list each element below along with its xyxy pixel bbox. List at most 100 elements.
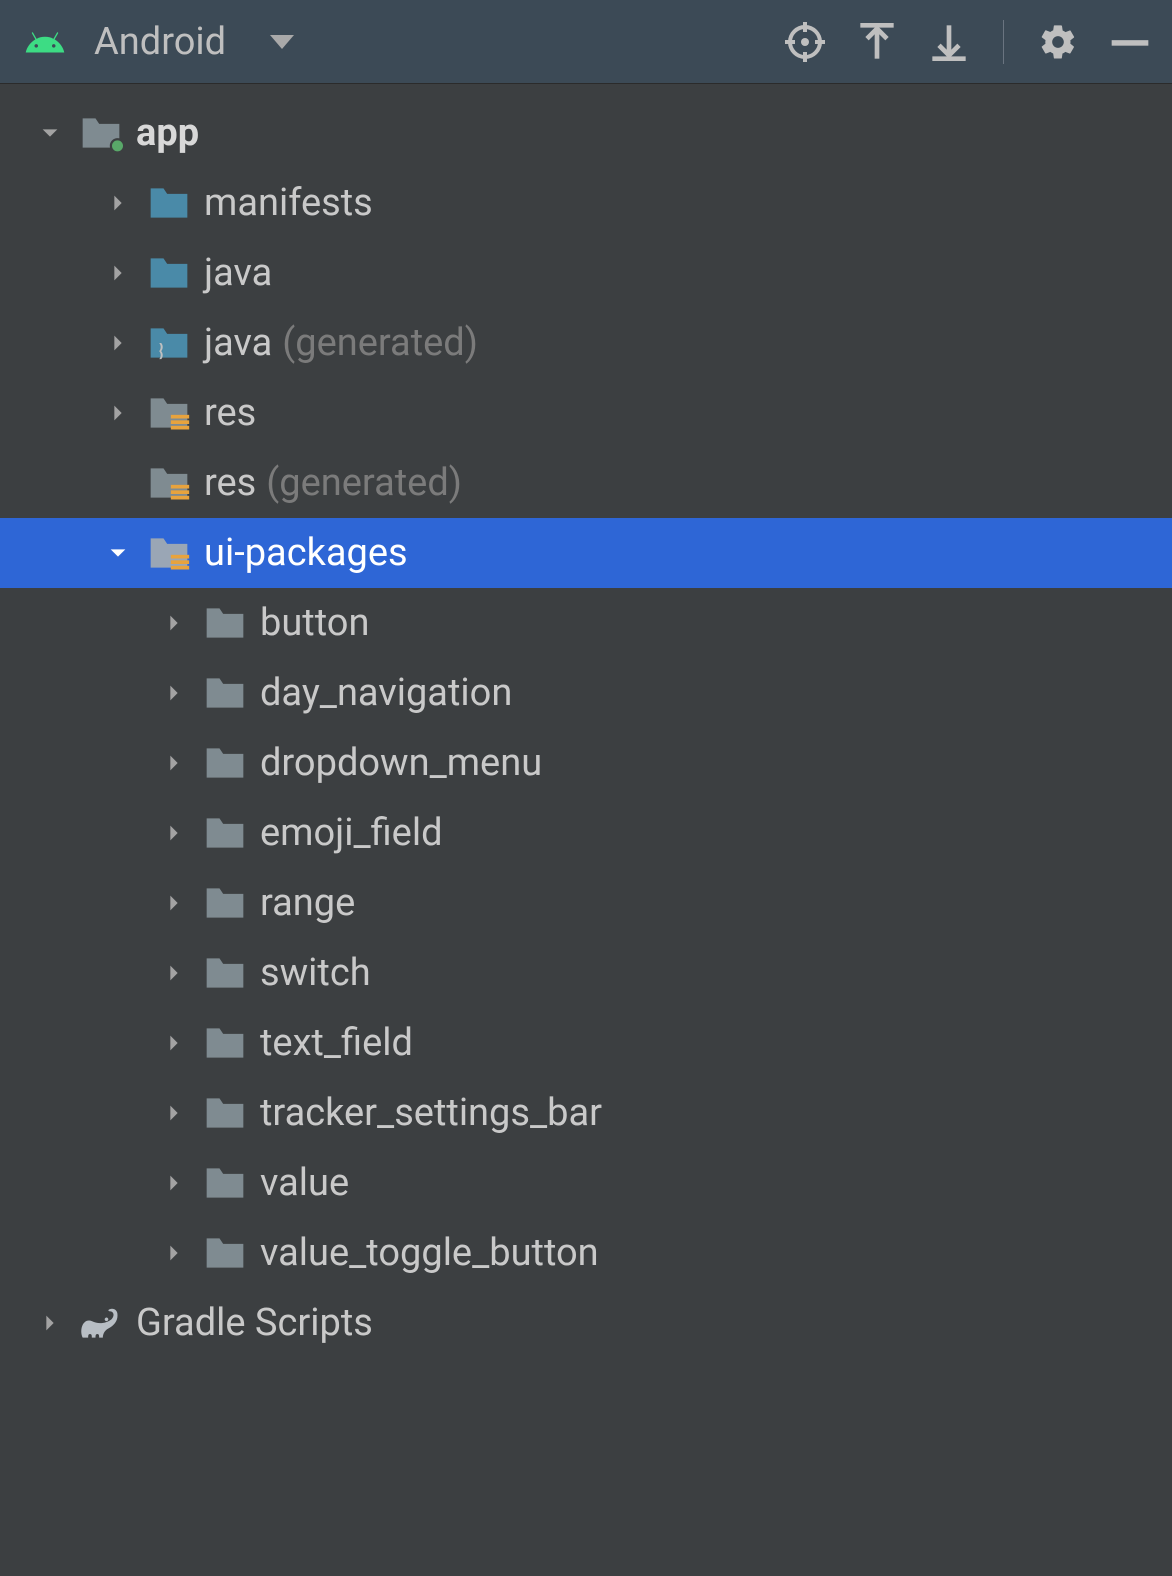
expand-all-button[interactable] [855,20,899,64]
tree-node-text-field[interactable]: text_field [0,1008,1172,1078]
folder-icon [200,1162,250,1204]
expand-toggle[interactable] [148,612,200,634]
expand-toggle[interactable] [92,262,144,284]
chevron-right-icon [107,192,129,214]
node-label: app [136,111,199,155]
chevron-right-icon [163,892,185,914]
tree-node-value-toggle-button[interactable]: value_toggle_button [0,1218,1172,1288]
chevron-right-icon [163,962,185,984]
tree-node-manifests[interactable]: manifests [0,168,1172,238]
node-label: ui-packages [204,531,408,575]
project-tree[interactable]: app manifests java j [0,84,1172,1358]
gear-icon [1038,22,1078,62]
resource-folder-icon [144,462,194,504]
node-label: manifests [204,181,373,225]
chevron-right-icon [163,1102,185,1124]
settings-button[interactable] [1036,20,1080,64]
expand-toggle[interactable] [148,1102,200,1124]
tree-node-switch[interactable]: switch [0,938,1172,1008]
folder-icon [200,882,250,924]
folder-icon [200,742,250,784]
toolbar-separator [1003,20,1004,64]
node-label: day_navigation [260,671,512,715]
chevron-right-icon [163,1172,185,1194]
expand-toggle[interactable] [92,192,144,214]
node-label: java [204,251,272,295]
target-icon [785,22,825,62]
tree-node-range[interactable]: range [0,868,1172,938]
hide-button[interactable] [1108,20,1152,64]
select-opened-file-button[interactable] [783,20,827,64]
collapse-all-button[interactable] [927,20,971,64]
node-label: switch [260,951,371,995]
chevron-down-icon [107,542,129,564]
expand-toggle[interactable] [148,752,200,774]
expand-toggle[interactable] [92,332,144,354]
node-label: Gradle Scripts [136,1301,373,1345]
expand-toggle[interactable] [148,822,200,844]
tree-node-button[interactable]: button [0,588,1172,658]
generated-folder-icon [144,322,194,364]
folder-icon [200,602,250,644]
chevron-down-icon [270,35,294,49]
tree-node-gradle-scripts[interactable]: Gradle Scripts [0,1288,1172,1358]
collapse-all-icon [929,22,969,62]
chevron-right-icon [163,822,185,844]
tree-node-day-navigation[interactable]: day_navigation [0,658,1172,728]
chevron-right-icon [107,332,129,354]
node-suffix: (generated) [282,321,478,365]
chevron-right-icon [107,402,129,424]
expand-toggle[interactable] [148,1032,200,1054]
folder-icon [200,672,250,714]
chevron-right-icon [163,1242,185,1264]
tree-node-value[interactable]: value [0,1148,1172,1218]
module-folder-icon [76,112,126,154]
folder-icon [200,952,250,994]
chevron-right-icon [107,262,129,284]
tree-node-ui-packages[interactable]: ui-packages [0,518,1172,588]
tree-node-res-generated[interactable]: res (generated) [0,448,1172,518]
chevron-right-icon [39,1312,61,1334]
tree-node-java-generated[interactable]: java (generated) [0,308,1172,378]
expand-toggle[interactable] [24,1312,76,1334]
resource-folder-icon [144,532,194,574]
node-label: dropdown_menu [260,741,542,785]
gradle-icon [76,1302,126,1344]
expand-toggle[interactable] [148,1242,200,1264]
expand-toggle[interactable] [148,682,200,704]
chevron-right-icon [163,1032,185,1054]
tree-node-res[interactable]: res [0,378,1172,448]
tree-node-tracker-settings-bar[interactable]: tracker_settings_bar [0,1078,1172,1148]
project-toolbar: Android [0,0,1172,84]
expand-all-icon [857,22,897,62]
expand-toggle[interactable] [148,1172,200,1194]
minimize-icon [1108,20,1152,64]
expand-toggle[interactable] [148,892,200,914]
node-label: button [260,601,369,645]
chevron-right-icon [163,682,185,704]
expand-toggle[interactable] [24,122,76,144]
android-icon [20,21,70,63]
folder-icon [200,812,250,854]
source-folder-icon [144,252,194,294]
chevron-right-icon [163,752,185,774]
node-label: res [204,461,256,505]
node-label: range [260,881,355,925]
node-label: java [204,321,272,365]
node-label: res [204,391,256,435]
tree-node-dropdown-menu[interactable]: dropdown_menu [0,728,1172,798]
tree-node-emoji-field[interactable]: emoji_field [0,798,1172,868]
expand-toggle[interactable] [148,962,200,984]
node-label: text_field [260,1021,413,1065]
view-selector[interactable]: Android [20,20,294,64]
expand-toggle[interactable] [92,542,144,564]
folder-icon [200,1022,250,1064]
project-view-label: Android [94,20,226,64]
node-label: value [260,1161,349,1205]
resource-folder-icon [144,392,194,434]
node-label: tracker_settings_bar [260,1091,602,1135]
node-label: value_toggle_button [260,1231,599,1275]
tree-node-app[interactable]: app [0,98,1172,168]
expand-toggle[interactable] [92,402,144,424]
tree-node-java[interactable]: java [0,238,1172,308]
